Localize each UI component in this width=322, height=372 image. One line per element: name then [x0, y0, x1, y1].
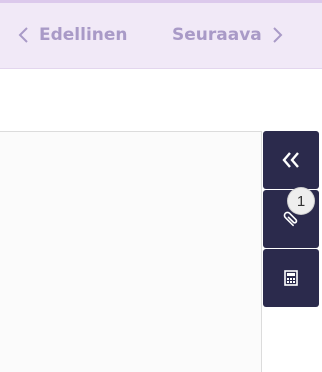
- collapse-panel-button[interactable]: [263, 131, 319, 189]
- calculator-icon: [284, 270, 298, 286]
- chevron-left-icon: [16, 25, 32, 45]
- next-link[interactable]: Seuraava: [172, 23, 285, 47]
- previous-link[interactable]: Edellinen: [16, 23, 128, 47]
- toolbar-area: [0, 69, 322, 131]
- double-chevron-left-icon: [281, 151, 301, 169]
- navigation-bar: Edellinen Seuraava: [0, 0, 322, 69]
- content-panel: [0, 131, 262, 372]
- attachment-count-badge: 1: [288, 188, 314, 214]
- attachments-button[interactable]: 1: [263, 188, 319, 248]
- next-label: Seuraava: [172, 25, 262, 45]
- side-panel: 1: [263, 131, 319, 308]
- calculator-button[interactable]: [263, 249, 319, 307]
- previous-label: Edellinen: [39, 25, 128, 45]
- chevron-right-icon: [269, 25, 285, 45]
